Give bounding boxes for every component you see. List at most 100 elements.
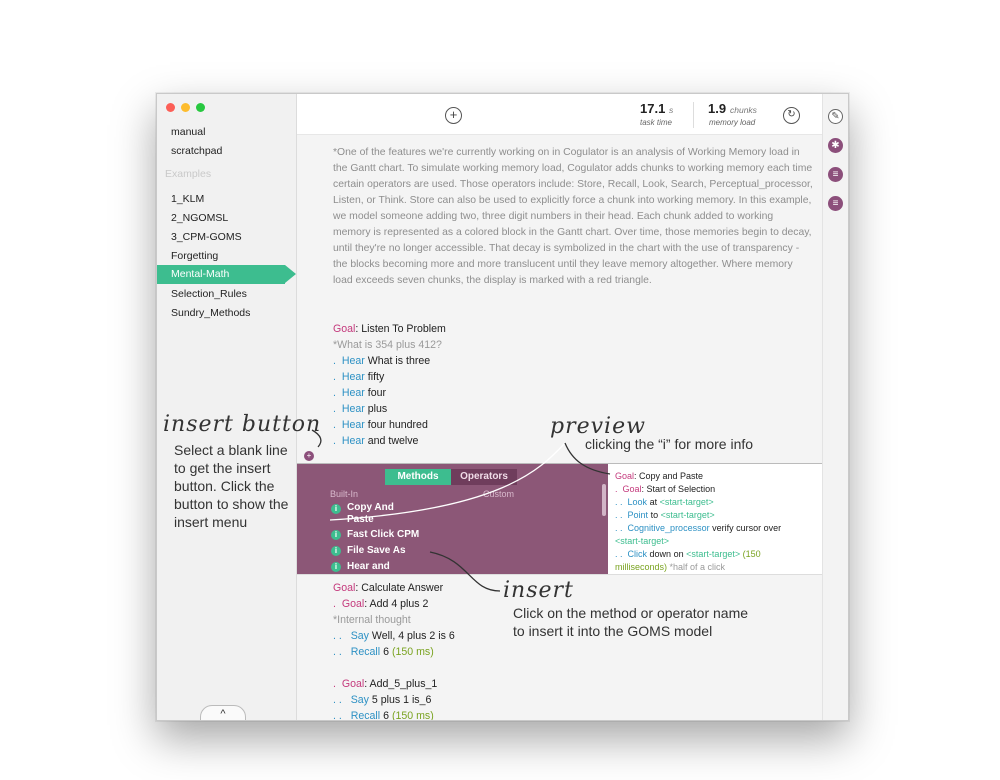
method-file-save-as[interactable]: File Save As [347, 545, 437, 557]
annotation-insert-title: insert [503, 578, 574, 603]
indent-dots: . . [615, 497, 623, 507]
indent-dots: . [333, 419, 336, 431]
indent-dots: . [333, 435, 336, 447]
operator-text: 5 plus 1 is_6 [371, 694, 432, 706]
info-icon[interactable]: i [331, 530, 341, 540]
operator-keyword: Cognitive_processor [627, 523, 710, 533]
sidebar-item-1-klm[interactable]: 1_KLM [171, 190, 204, 208]
memory-load-caption: memory load [709, 118, 756, 127]
add-model-button[interactable]: + [445, 107, 462, 124]
refresh-icon[interactable]: ↻ [783, 107, 800, 124]
operator-keyword: Hear [341, 403, 365, 415]
insert-menu-list: Methods Operators Built-In Custom i Copy… [297, 464, 608, 574]
operator-keyword: Point [627, 510, 649, 520]
collapse-button[interactable]: ^ [200, 705, 246, 720]
examples-header: Examples [165, 168, 212, 180]
sidebar-item-sundry-methods[interactable]: Sundry_Methods [171, 304, 250, 322]
operator-text: Well, 4 plus 2 is 6 [371, 630, 455, 642]
custom-header: Custom [483, 489, 515, 499]
close-window-button[interactable] [166, 103, 175, 112]
info-icon[interactable]: i [331, 546, 341, 556]
indent-dots: . [333, 598, 336, 610]
toolbar: + 17.1 s task time 1.9 chunks memory loa… [297, 94, 848, 135]
indent-dots: . . [615, 549, 623, 559]
indent-dots: . [615, 484, 618, 494]
preview-line: . . Cognitive_processor verify cursor ov… [615, 522, 815, 535]
code-line: . . Say 5 plus 1 is_6 [333, 692, 431, 708]
indent-dots: . . [333, 710, 342, 720]
preview-line: . . Click down on <start-target> (150 [615, 548, 815, 561]
sidebar-item-mental-math[interactable]: Mental-Math [157, 265, 296, 284]
sidebar-item-3-cpm-goms[interactable]: 3_CPM-GOMS [171, 228, 242, 246]
insert-button[interactable]: + [304, 451, 314, 461]
tab-operators[interactable]: Operators [451, 469, 517, 485]
sidebar-item-2-ngomsl[interactable]: 2_NGOMSL [171, 209, 228, 227]
method-hear-and[interactable]: Hear and [347, 561, 437, 573]
model-description-comment: *One of the features we're currently wor… [333, 147, 813, 286]
target-label: <start-target> [659, 497, 714, 507]
operator-text: four [367, 387, 387, 399]
method-copy-and-paste[interactable]: Copy And Paste [347, 502, 407, 526]
zoom-window-button[interactable] [196, 103, 205, 112]
memory-load-unit: chunks [730, 105, 757, 115]
code-line: . Hear plus [333, 401, 387, 417]
goal-add-line: . Goal: Add 4 plus 2 [333, 596, 428, 612]
code-line: . Hear four [333, 385, 386, 401]
method-fast-click-cpm[interactable]: Fast Click CPM [347, 529, 437, 541]
operator-text: fifty [367, 371, 385, 383]
annotation-insert-button-body: Select a blank line to get the insert bu… [174, 442, 289, 530]
goal-text: : Add_5_plus_1 [364, 678, 438, 690]
duration-label: milliseconds) [615, 562, 668, 572]
minimize-window-button[interactable] [181, 103, 190, 112]
list-icon[interactable]: ≡ [828, 167, 843, 182]
task-time-caption: task time [640, 118, 673, 127]
duration-label: (150 ms) [391, 646, 434, 658]
comment-text: *half of a click [669, 562, 726, 572]
goal-calculate-line: Goal: Calculate Answer [333, 580, 443, 596]
sidebar-item-forgetting[interactable]: Forgetting [171, 247, 218, 265]
info-icon[interactable]: i [331, 562, 341, 572]
operator-keyword: Say [350, 694, 369, 706]
target-label: <start-target> [615, 536, 670, 546]
code-line: . . Recall 6 (150 ms) [333, 708, 434, 720]
menu-scrollbar[interactable] [602, 484, 606, 516]
memory-load-value: 1.9 [708, 101, 727, 116]
sidebar-item-manual[interactable]: manual [171, 123, 205, 141]
goal-add-5-line: . Goal: Add_5_plus_1 [333, 676, 437, 692]
goal-text: : Listen To Problem [355, 323, 446, 335]
goal-text: : Start of Selection [641, 484, 716, 494]
goal-text: : Add 4 plus 2 [364, 598, 429, 610]
operator-keyword: Click [627, 549, 648, 559]
operator-text: plus [367, 403, 388, 415]
tab-methods[interactable]: Methods [385, 469, 451, 485]
list-alt-icon[interactable]: ≡ [828, 196, 843, 211]
goal-keyword: Goal [333, 323, 356, 335]
goal-listen-line: Goal: Listen To Problem [333, 321, 446, 337]
operator-keyword: Hear [341, 419, 365, 431]
indent-dots: . . [333, 630, 342, 642]
code-line: . . Recall 6 (150 ms) [333, 644, 434, 660]
goal-keyword: Goal [341, 598, 365, 610]
operator-keyword: Hear [341, 387, 365, 399]
operator-text: and twelve [367, 435, 419, 447]
sidebar-item-selection-rules[interactable]: Selection_Rules [171, 285, 247, 303]
operator-text: 6 [383, 710, 389, 720]
operator-keyword: Recall [350, 646, 381, 658]
operator-text: at [649, 497, 658, 507]
preview-line: Goal: Copy and Paste [615, 470, 815, 483]
annotation-insert-body: Click on the method or operator name to … [513, 605, 749, 639]
operator-keyword: Hear [341, 435, 365, 447]
code-line: . Hear What is three [333, 353, 430, 369]
sidebar-item-scratchpad[interactable]: scratchpad [171, 142, 222, 160]
code-line: . Hear and twelve [333, 433, 418, 449]
goal-keyword: Goal [615, 471, 635, 481]
right-toolbar: ✎ ✱ ≡ ≡ [822, 94, 848, 720]
info-icon[interactable]: i [331, 504, 341, 514]
operator-keyword: Hear [341, 355, 365, 367]
operator-text: What is three [367, 355, 431, 367]
edit-icon[interactable]: ✎ [828, 109, 843, 124]
indent-dots: . [333, 403, 336, 415]
asterisk-icon[interactable]: ✱ [828, 138, 843, 153]
preview-line: <start-target> [615, 535, 815, 548]
target-label: <start-target> [686, 549, 741, 559]
